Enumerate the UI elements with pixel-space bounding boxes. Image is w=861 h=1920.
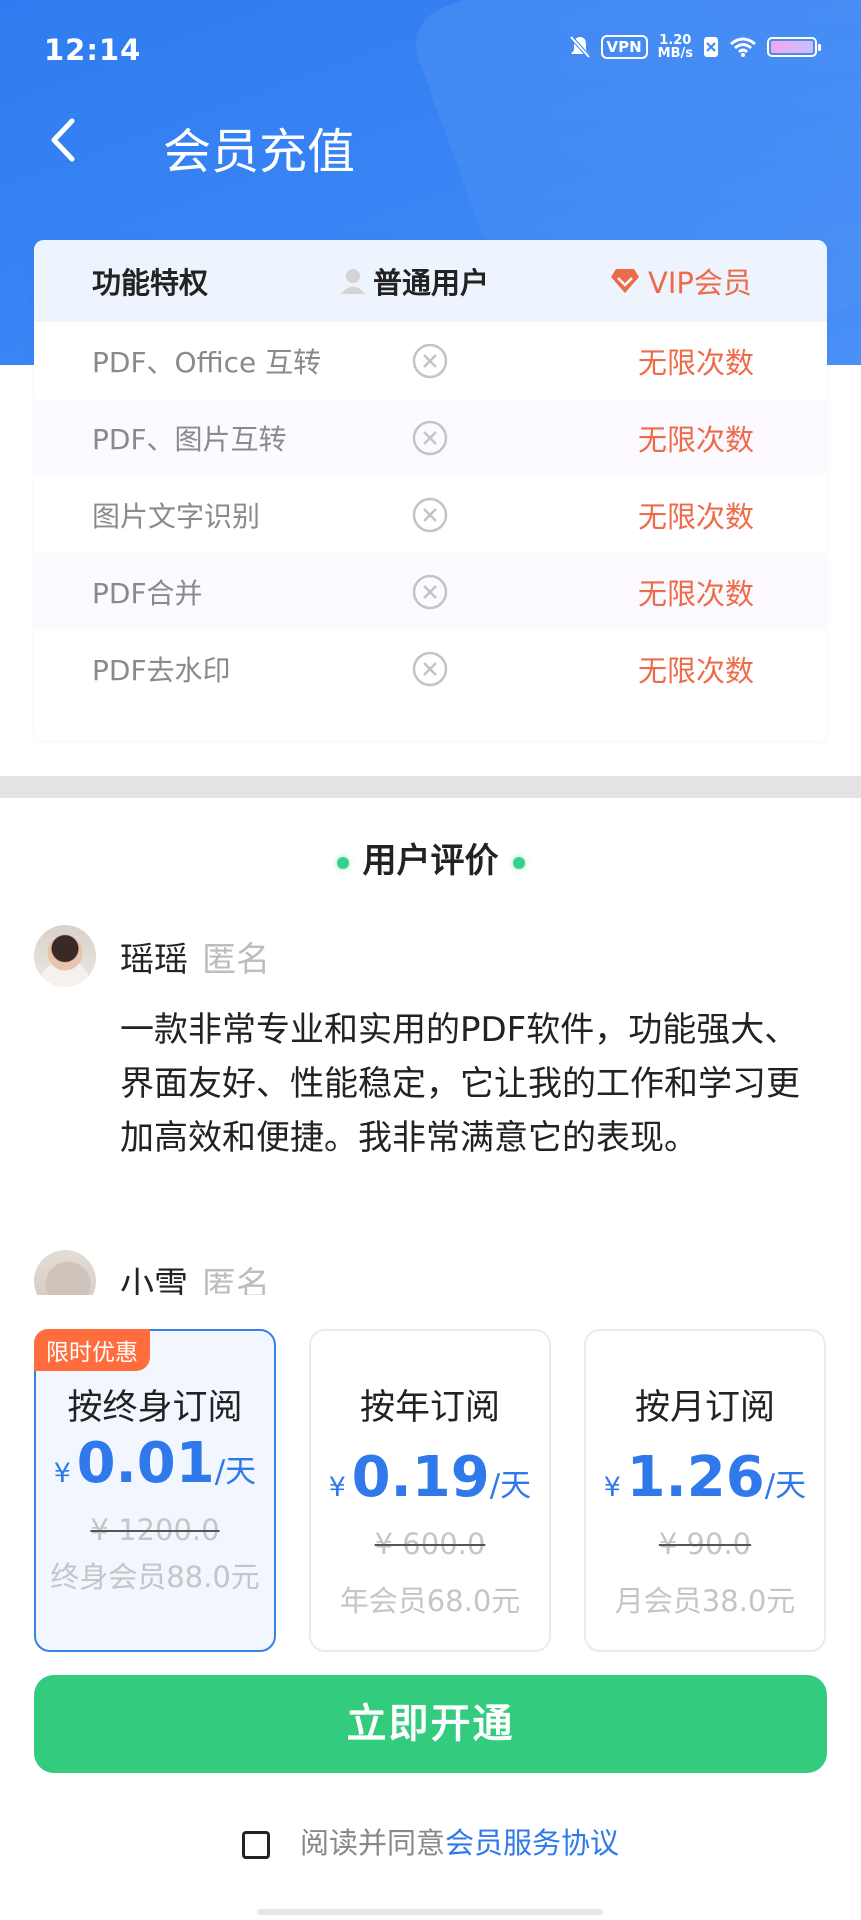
plan-monthly[interactable]: 按月订阅 ¥ 1.26/天 ¥ 90.0 月会员38.0元 — [584, 1329, 826, 1652]
page-title: 会员充值 — [163, 124, 356, 180]
table-row: 图片文字识别 无限次数 — [34, 476, 827, 553]
original-price: ¥ 90.0 — [658, 1527, 752, 1561]
sim-x-icon — [704, 37, 718, 57]
close-circle-icon — [412, 343, 448, 378]
status-icons: VPN 1.20 MB/s — [569, 33, 821, 61]
vip-value: 无限次数 — [638, 576, 755, 611]
close-circle-icon — [412, 651, 448, 686]
plan-price: ¥ 1.26/天 — [603, 1445, 807, 1510]
column-vip: VIP会员 — [610, 240, 752, 322]
table-row: PDF合并 无限次数 — [34, 553, 827, 630]
mute-notification-icon — [569, 35, 590, 59]
section-divider — [0, 776, 861, 798]
table-row: PDF、Office 互转 无限次数 — [34, 322, 827, 399]
feature-name: PDF、图片互转 — [92, 422, 287, 456]
vip-value: 无限次数 — [638, 422, 755, 457]
plan-price: ¥ 0.19/天 — [328, 1445, 532, 1510]
table-header: 功能特权 普通用户 VIP会员 — [34, 240, 827, 322]
review-author: 瑶瑶 匿名 — [120, 932, 270, 981]
close-circle-icon — [412, 497, 448, 532]
battery-icon — [767, 37, 821, 57]
original-price: ¥ 600.0 — [374, 1527, 486, 1561]
column-normal-user-label: 普通用户 — [373, 266, 490, 300]
column-normal-user: 普通用户 — [339, 240, 489, 322]
review-author-name: 瑶瑶 — [120, 940, 188, 980]
plan-description: 终身会员88.0元 — [50, 1560, 260, 1594]
agreement-row: 阅读并同意会员服务协议 — [0, 1820, 861, 1862]
plan-lifetime[interactable]: 限时优惠 按终身订阅 ¥ 0.01/天 ¥ 1200.0 终身会员88.0元 — [34, 1329, 276, 1652]
table-row: PDF去水印 无限次数 — [34, 630, 827, 707]
avatar — [34, 925, 96, 987]
original-price: ¥ 1200.0 — [90, 1513, 220, 1547]
diamond-icon — [611, 269, 639, 293]
plan-price: ¥ 0.01/天 — [53, 1431, 257, 1496]
plan-description: 月会员38.0元 — [614, 1584, 796, 1618]
column-vip-label: VIP会员 — [648, 266, 752, 300]
review-text: 一款非常专业和实用的PDF软件，功能强大、界面友好、性能稳定，它让我的工作和学习… — [120, 1010, 800, 1158]
vpn-icon: VPN — [600, 35, 648, 59]
table-row: PDF、图片互转 无限次数 — [34, 399, 827, 476]
green-dot-icon — [512, 856, 525, 869]
back-button[interactable] — [44, 115, 84, 165]
vip-value: 无限次数 — [638, 345, 755, 380]
subscribe-button[interactable]: 立即开通 — [34, 1675, 827, 1773]
agreement-prefix: 阅读并同意 — [299, 1826, 445, 1860]
feature-name: PDF去水印 — [92, 653, 231, 687]
plan-yearly[interactable]: 按年订阅 ¥ 0.19/天 ¥ 600.0 年会员68.0元 — [309, 1329, 551, 1652]
vip-value: 无限次数 — [638, 653, 755, 688]
anonymous-tag: 匿名 — [202, 940, 270, 980]
reviews-title: 用户评价 — [0, 833, 861, 882]
plan-description: 年会员68.0元 — [339, 1584, 521, 1618]
plan-name: 按年订阅 — [359, 1388, 500, 1428]
feature-name: PDF、Office 互转 — [92, 345, 322, 379]
service-agreement-link[interactable]: 会员服务协议 — [445, 1826, 619, 1860]
plan-name: 按终身订阅 — [67, 1388, 243, 1428]
status-time: 12:14 — [44, 33, 142, 67]
network-speed: 1.20 MB/s — [657, 33, 693, 61]
close-circle-icon — [412, 420, 448, 455]
plan-name: 按月订阅 — [634, 1388, 775, 1428]
column-feature: 功能特权 — [92, 266, 209, 300]
feature-name: 图片文字识别 — [92, 499, 261, 533]
close-circle-icon — [412, 574, 448, 609]
promo-badge: 限时优惠 — [34, 1329, 150, 1371]
feature-name: PDF合并 — [92, 576, 203, 610]
vip-value: 无限次数 — [638, 499, 755, 534]
chevron-left-icon — [51, 118, 75, 162]
agreement-checkbox[interactable] — [241, 1831, 270, 1859]
home-indicator — [257, 1909, 603, 1915]
user-icon — [341, 269, 365, 294]
green-dot-icon — [336, 856, 349, 869]
feature-comparison-table: 功能特权 普通用户 VIP会员 PDF、Office 互转 无限次数 PDF、图… — [34, 240, 827, 740]
wifi-icon — [730, 37, 756, 57]
status-bar: 12:14 VPN 1.20 MB/s — [0, 0, 861, 100]
reviews-title-label: 用户评价 — [362, 841, 499, 881]
